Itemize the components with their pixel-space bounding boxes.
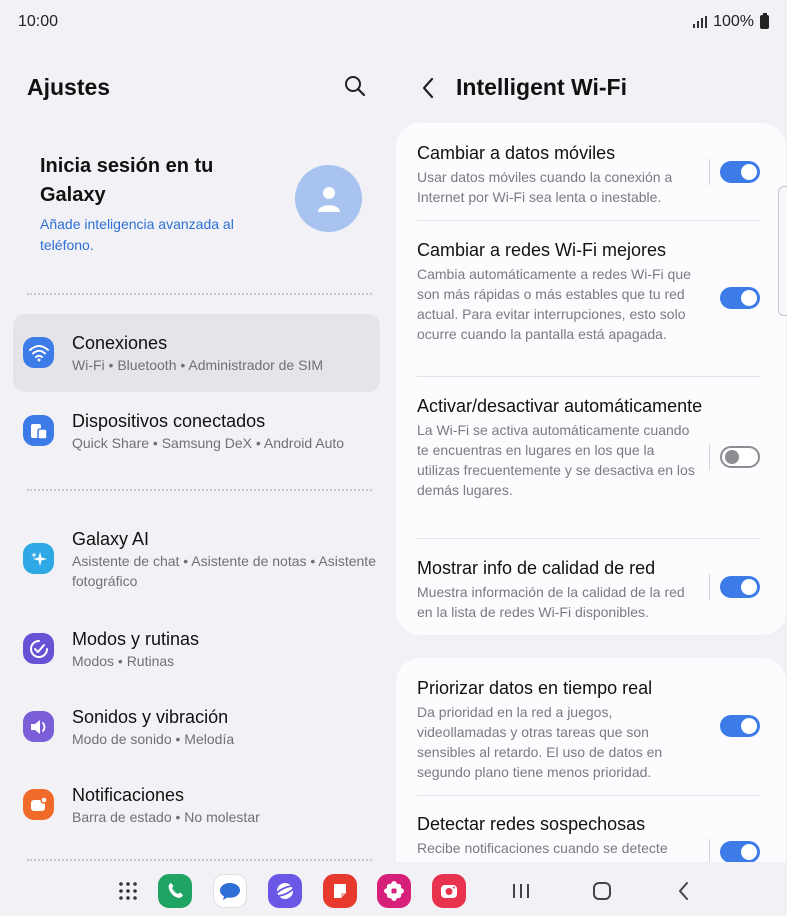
toggle-network-quality[interactable] bbox=[720, 576, 760, 598]
signin-title: Inicia sesión en tu Galaxy bbox=[40, 155, 214, 206]
notes-app-icon[interactable] bbox=[323, 874, 357, 908]
toggle-suspicious-networks[interactable] bbox=[720, 841, 760, 862]
setting-title: Activar/desactivar automáticamente bbox=[417, 396, 703, 416]
chevron-left-icon bbox=[422, 77, 434, 99]
setting-desc: Da prioridad en la red a juegos, videoll… bbox=[417, 704, 663, 780]
devices-icon bbox=[23, 415, 54, 446]
back-icon bbox=[679, 882, 688, 900]
setting-title: Cambiar a datos móviles bbox=[417, 143, 616, 163]
gallery-app-icon[interactable] bbox=[377, 874, 411, 908]
divider bbox=[27, 293, 372, 295]
menu-item-title: Notificaciones bbox=[72, 785, 185, 805]
menu-item-sonidos[interactable]: Sonidos y vibración Modo de sonido • Mel… bbox=[13, 688, 380, 766]
menu-item-modos[interactable]: Modos y rutinas Modos • Rutinas bbox=[13, 610, 380, 688]
settings-pane: Ajustes Inicia sesión en tu Galaxy Añade… bbox=[0, 44, 393, 862]
setting-desc: Muestra información de la calidad de la … bbox=[417, 584, 685, 620]
status-time: 10:00 bbox=[18, 13, 59, 30]
menu-item-title: Dispositivos conectados bbox=[72, 411, 266, 431]
battery-percent: 100% bbox=[713, 13, 754, 30]
menu-item-notificaciones[interactable]: Notificaciones Barra de estado • No mole… bbox=[13, 766, 380, 844]
signal-icon bbox=[693, 16, 708, 28]
menu-item-dispositivos[interactable]: Dispositivos conectados Quick Share • Sa… bbox=[13, 392, 380, 470]
home-button[interactable] bbox=[590, 879, 614, 903]
avatar[interactable] bbox=[295, 165, 362, 232]
separator bbox=[709, 839, 710, 862]
check-circle-icon bbox=[23, 633, 54, 664]
menu-item-title: Sonidos y vibración bbox=[72, 707, 229, 727]
setting-realtime-data[interactable]: Priorizar datos en tiempo real Da priori… bbox=[417, 675, 761, 782]
menu-item-title: Galaxy AI bbox=[72, 529, 150, 549]
divider bbox=[417, 538, 761, 539]
menu-item-subtitle: Asistente de chat • Asistente de notas •… bbox=[72, 553, 376, 589]
menu-item-subtitle: Wi-Fi • Bluetooth • Administrador de SIM bbox=[72, 357, 324, 373]
messages-app-icon[interactable] bbox=[213, 874, 247, 908]
menu-item-galaxy-ai[interactable]: Galaxy AI Asistente de chat • Asistente … bbox=[13, 514, 380, 604]
person-icon bbox=[317, 186, 340, 212]
signin-card[interactable]: Inicia sesión en tu Galaxy Añade intelig… bbox=[40, 152, 280, 256]
divider bbox=[417, 220, 761, 221]
scroll-handle[interactable] bbox=[778, 186, 787, 316]
navigation-bar bbox=[0, 862, 787, 916]
status-right: 100% bbox=[693, 13, 769, 31]
divider bbox=[417, 795, 761, 796]
separator bbox=[709, 574, 710, 600]
phone-app-icon[interactable] bbox=[158, 874, 192, 908]
menu-item-subtitle: Modo de sonido • Melodía bbox=[72, 731, 235, 747]
intelligent-wifi-pane: Intelligent Wi-Fi Cambiar a datos móvile… bbox=[393, 44, 787, 862]
setting-better-wifi[interactable]: Cambiar a redes Wi-Fi mejores Cambia aut… bbox=[417, 237, 761, 344]
search-button[interactable] bbox=[343, 74, 371, 102]
setting-desc: La Wi-Fi se activa automáticamente cuand… bbox=[417, 422, 695, 498]
recents-button[interactable] bbox=[509, 879, 533, 903]
menu-item-subtitle: Barra de estado • No molestar bbox=[72, 809, 260, 825]
internet-app-icon[interactable] bbox=[268, 874, 302, 908]
page-title: Intelligent Wi-Fi bbox=[456, 74, 627, 100]
setting-desc: Cambia automáticamente a redes Wi-Fi que… bbox=[417, 266, 691, 342]
setting-title: Cambiar a redes Wi-Fi mejores bbox=[417, 240, 667, 260]
setting-desc: Usar datos móviles cuando la conexión a … bbox=[417, 169, 673, 205]
toggle-realtime-data[interactable] bbox=[720, 715, 760, 737]
sparkle-icon bbox=[23, 543, 54, 574]
toggle-better-wifi[interactable] bbox=[720, 287, 760, 309]
setting-title: Detectar redes sospechosas bbox=[417, 814, 646, 834]
recents-icon bbox=[513, 884, 529, 898]
notification-icon bbox=[23, 789, 54, 820]
menu-item-title: Conexiones bbox=[72, 333, 168, 353]
menu-item-title: Modos y rutinas bbox=[72, 629, 200, 649]
divider bbox=[417, 376, 761, 377]
menu-item-subtitle: Quick Share • Samsung DeX • Android Auto bbox=[72, 435, 345, 451]
nav-back-button[interactable] bbox=[672, 879, 696, 903]
app-drawer-button[interactable] bbox=[116, 879, 140, 903]
divider bbox=[27, 489, 372, 491]
menu-item-subtitle: Modos • Rutinas bbox=[72, 653, 175, 669]
toggle-mobile-data[interactable] bbox=[720, 161, 760, 183]
signin-subtitle: Añade inteligencia avanzada al teléfono. bbox=[40, 216, 234, 253]
menu-item-conexiones[interactable]: Conexiones Wi-Fi • Bluetooth • Administr… bbox=[13, 314, 380, 392]
grid-icon bbox=[119, 882, 137, 900]
toggle-auto-onoff[interactable] bbox=[720, 446, 760, 468]
separator bbox=[709, 444, 710, 470]
speaker-icon bbox=[23, 711, 54, 742]
back-button[interactable] bbox=[417, 76, 441, 100]
setting-desc: Recibe notificaciones cuando se detecte bbox=[417, 840, 668, 856]
camera-app-icon[interactable] bbox=[432, 874, 466, 908]
status-bar: 10:00 100% bbox=[0, 0, 787, 44]
separator bbox=[709, 159, 710, 185]
search-icon bbox=[345, 76, 366, 97]
divider bbox=[27, 859, 372, 861]
battery-icon bbox=[760, 13, 769, 29]
home-icon bbox=[593, 882, 611, 900]
setting-title: Mostrar info de calidad de red bbox=[417, 558, 656, 578]
settings-title: Ajustes bbox=[27, 74, 111, 100]
wifi-icon bbox=[23, 337, 54, 368]
setting-title: Priorizar datos en tiempo real bbox=[417, 678, 653, 698]
